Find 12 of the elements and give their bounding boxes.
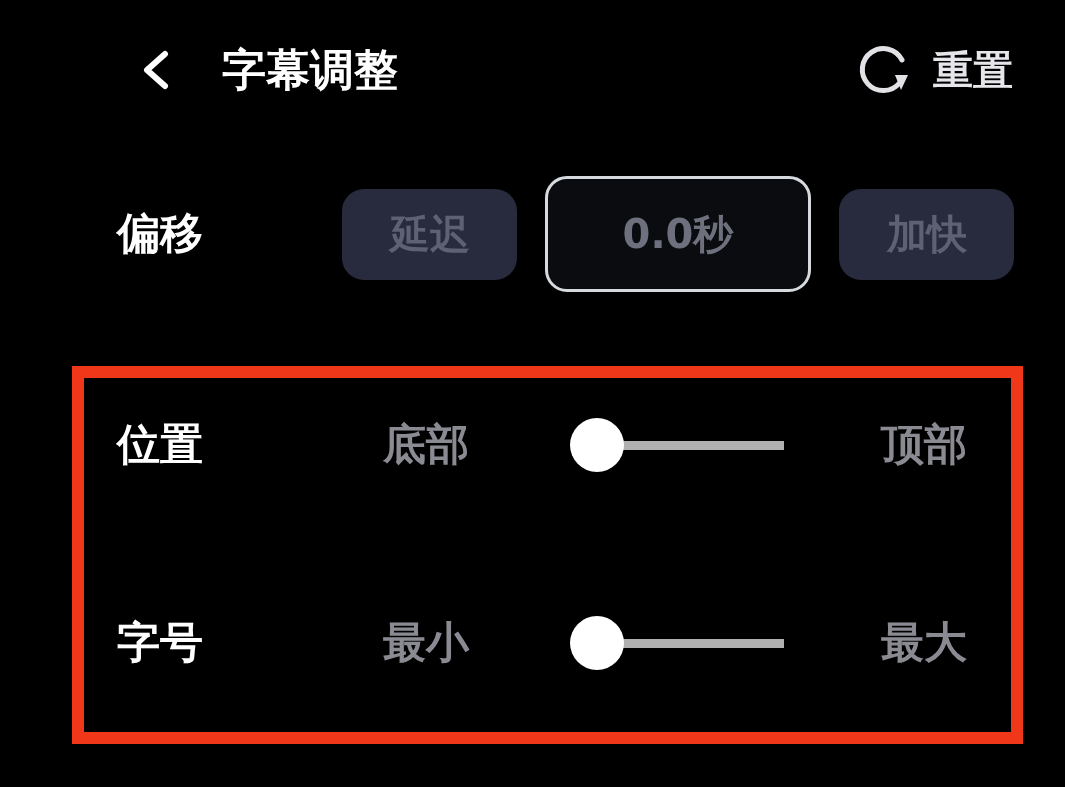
slider-label: 字号	[117, 617, 204, 669]
min-label: 最小	[383, 617, 471, 669]
offset-label: 偏移	[117, 208, 204, 260]
max-label: 顶部	[881, 419, 967, 471]
page-title: 字幕调整	[222, 43, 398, 97]
slider-label: 位置	[117, 419, 204, 471]
min-label: 底部	[383, 419, 470, 471]
max-label: 最大	[881, 617, 967, 669]
reset-button[interactable]: 重置	[855, 42, 1013, 98]
slider-thumb[interactable]	[570, 418, 624, 472]
offset-value-display: 0.0秒	[545, 176, 811, 292]
slider-thumb[interactable]	[570, 616, 624, 670]
